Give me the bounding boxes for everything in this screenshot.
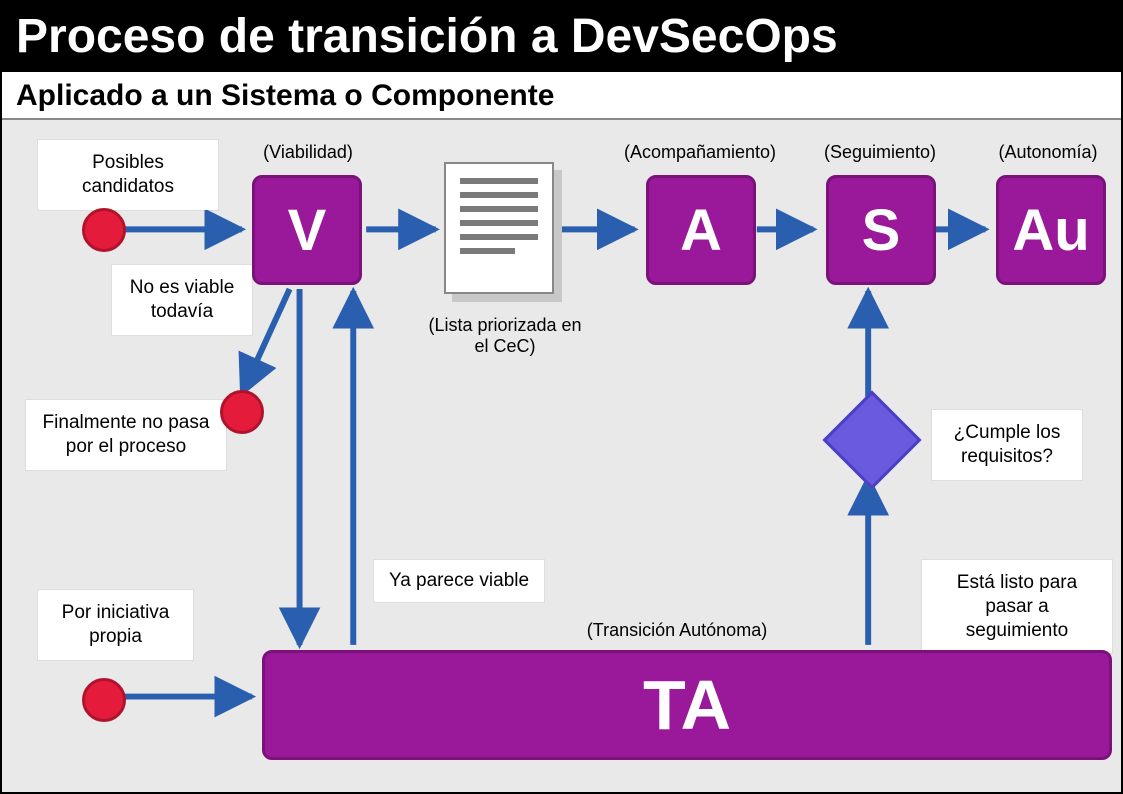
stage-v-letter: V — [288, 197, 327, 264]
diagram-canvas: Posibles candidatos No es viable todavía… — [2, 120, 1121, 792]
stage-ta: TA — [262, 650, 1112, 760]
note-own-initiative: Por iniciativa propia — [38, 590, 193, 660]
note-seems-viable-text: Ya parece viable — [389, 570, 529, 591]
start-node-bottom — [82, 678, 126, 722]
page-subtitle: Aplicado a un Sistema o Componente — [16, 79, 554, 112]
stage-a-letter: A — [680, 197, 722, 264]
note-not-viable-text: No es viable todavía — [130, 277, 235, 322]
caption-au: (Autonomía) — [968, 142, 1123, 163]
note-no-process: Finalmente no pasa por el proceso — [26, 400, 226, 470]
caption-v: (Viabilidad) — [228, 142, 388, 163]
title-bar: Proceso de transición a DevSecOps — [2, 2, 1121, 72]
note-own-initiative-text: Por iniciativa propia — [62, 602, 170, 647]
caption-a: (Acompañamiento) — [620, 142, 780, 163]
note-ready-follow-text: Está listo para pasar a seguimiento — [957, 572, 1077, 641]
note-not-viable: No es viable todavía — [112, 265, 252, 335]
reject-node — [220, 390, 264, 434]
page-title: Proceso de transición a DevSecOps — [16, 10, 838, 63]
note-candidates: Posibles candidatos — [38, 140, 218, 210]
note-meets-req: ¿Cumple los requisitos? — [932, 410, 1082, 480]
stage-v: V — [252, 175, 362, 285]
stage-au-letter: Au — [1012, 197, 1089, 264]
stage-s-letter: S — [862, 197, 901, 264]
stage-ta-letter: TA — [643, 665, 731, 745]
diagram-frame: Proceso de transición a DevSecOps Aplica… — [0, 0, 1123, 794]
note-no-process-text: Finalmente no pasa por el proceso — [43, 412, 210, 457]
stage-s: S — [826, 175, 936, 285]
decision-diamond — [823, 391, 922, 490]
note-candidates-text: Posibles candidatos — [82, 152, 174, 197]
note-seems-viable: Ya parece viable — [374, 560, 544, 602]
note-ready-follow: Está listo para pasar a seguimiento — [922, 560, 1112, 653]
note-meets-req-text: ¿Cumple los requisitos? — [954, 422, 1061, 467]
subtitle-bar: Aplicado a un Sistema o Componente — [2, 72, 1121, 120]
start-node-top — [82, 208, 126, 252]
stage-a: A — [646, 175, 756, 285]
document-icon — [444, 162, 564, 302]
stage-au: Au — [996, 175, 1106, 285]
caption-doc: (Lista priorizada en el CeC) — [420, 315, 590, 357]
caption-ta: (Transición Autónoma) — [567, 620, 787, 641]
caption-s: (Seguimiento) — [800, 142, 960, 163]
